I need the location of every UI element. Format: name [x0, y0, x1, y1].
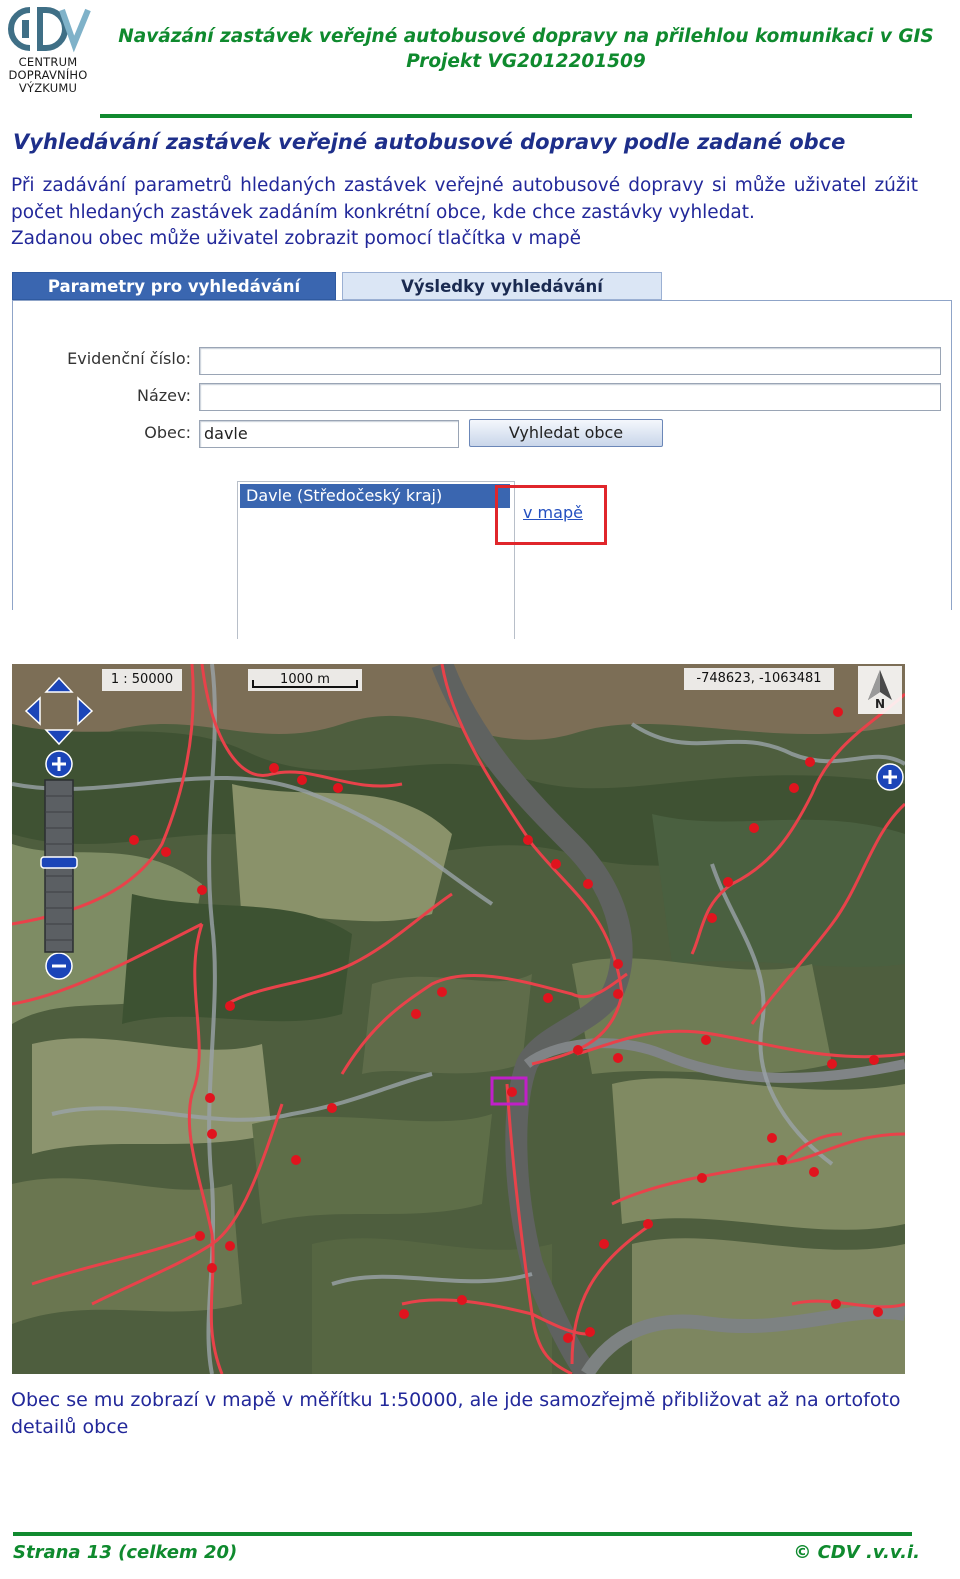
intro-paragraph-2: Zadanou obec může uživatel zobrazit pomo…: [11, 228, 581, 249]
header-rule: [100, 114, 912, 118]
orthophoto-map: [12, 664, 905, 1374]
obec-input[interactable]: davle: [199, 420, 459, 448]
pan-zoom-control[interactable]: [12, 664, 102, 994]
show-in-map-link[interactable]: v mapě: [523, 503, 583, 522]
search-panel: Evidenční číslo: Název: Obec: davle Vyhl…: [12, 300, 952, 639]
search-form-screenshot: Parametry pro vyhledávání Výsledky vyhle…: [12, 272, 952, 639]
nazev-input[interactable]: [199, 383, 941, 411]
intro-paragraph: Při zadávání parametrů hledaných zastáve…: [11, 175, 918, 223]
north-arrow-icon: N: [858, 666, 902, 714]
map-view[interactable]: 1 : 50000 1000 m -748623, -1063481 N: [12, 664, 905, 1374]
document-header: Navázání zastávek veřejné autobusové dop…: [100, 24, 952, 74]
header-project: Projekt VG2012201509: [406, 51, 646, 72]
municipality-results-list: Davle (Středočeský kraj): [237, 481, 515, 639]
header-title: Navázání zastávek veřejné autobusové dop…: [118, 26, 934, 47]
map-scalebar: 1000 m: [248, 669, 362, 691]
map-coordinates: -748623, -1063481: [684, 668, 834, 690]
cdv-logo: CENTRUM DOPRAVNÍHO VÝZKUMU: [0, 4, 96, 96]
evidencni-cislo-label: Evidenční číslo:: [67, 349, 191, 368]
page-number: Strana 13 (celkem 20): [13, 1542, 238, 1563]
tab-search-results[interactable]: Výsledky vyhledávání: [342, 272, 662, 300]
zoom-handle: [40, 856, 78, 869]
north-label: N: [875, 697, 886, 711]
tab-search-parameters[interactable]: Parametry pro vyhledávání: [12, 272, 336, 300]
evidencni-cislo-input[interactable]: [199, 347, 941, 375]
nazev-label: Název:: [137, 386, 191, 405]
map-caption: Obec se mu zobrazí v mapě v měřítku 1:50…: [11, 1389, 901, 1438]
expand-plus-icon[interactable]: [875, 762, 905, 792]
footer-rule: [13, 1532, 912, 1536]
search-municipality-button[interactable]: Vyhledat obce: [469, 419, 663, 447]
map-scale: 1 : 50000: [102, 669, 182, 691]
logo-line-3: VÝZKUMU: [18, 81, 78, 95]
section-heading: Vyhledávání zastávek veřejné autobusové …: [13, 130, 846, 154]
obec-label: Obec:: [144, 423, 191, 442]
municipality-result-item[interactable]: Davle (Středočeský kraj): [240, 484, 510, 508]
copyright: © CDV .v.v.i.: [793, 1542, 920, 1563]
